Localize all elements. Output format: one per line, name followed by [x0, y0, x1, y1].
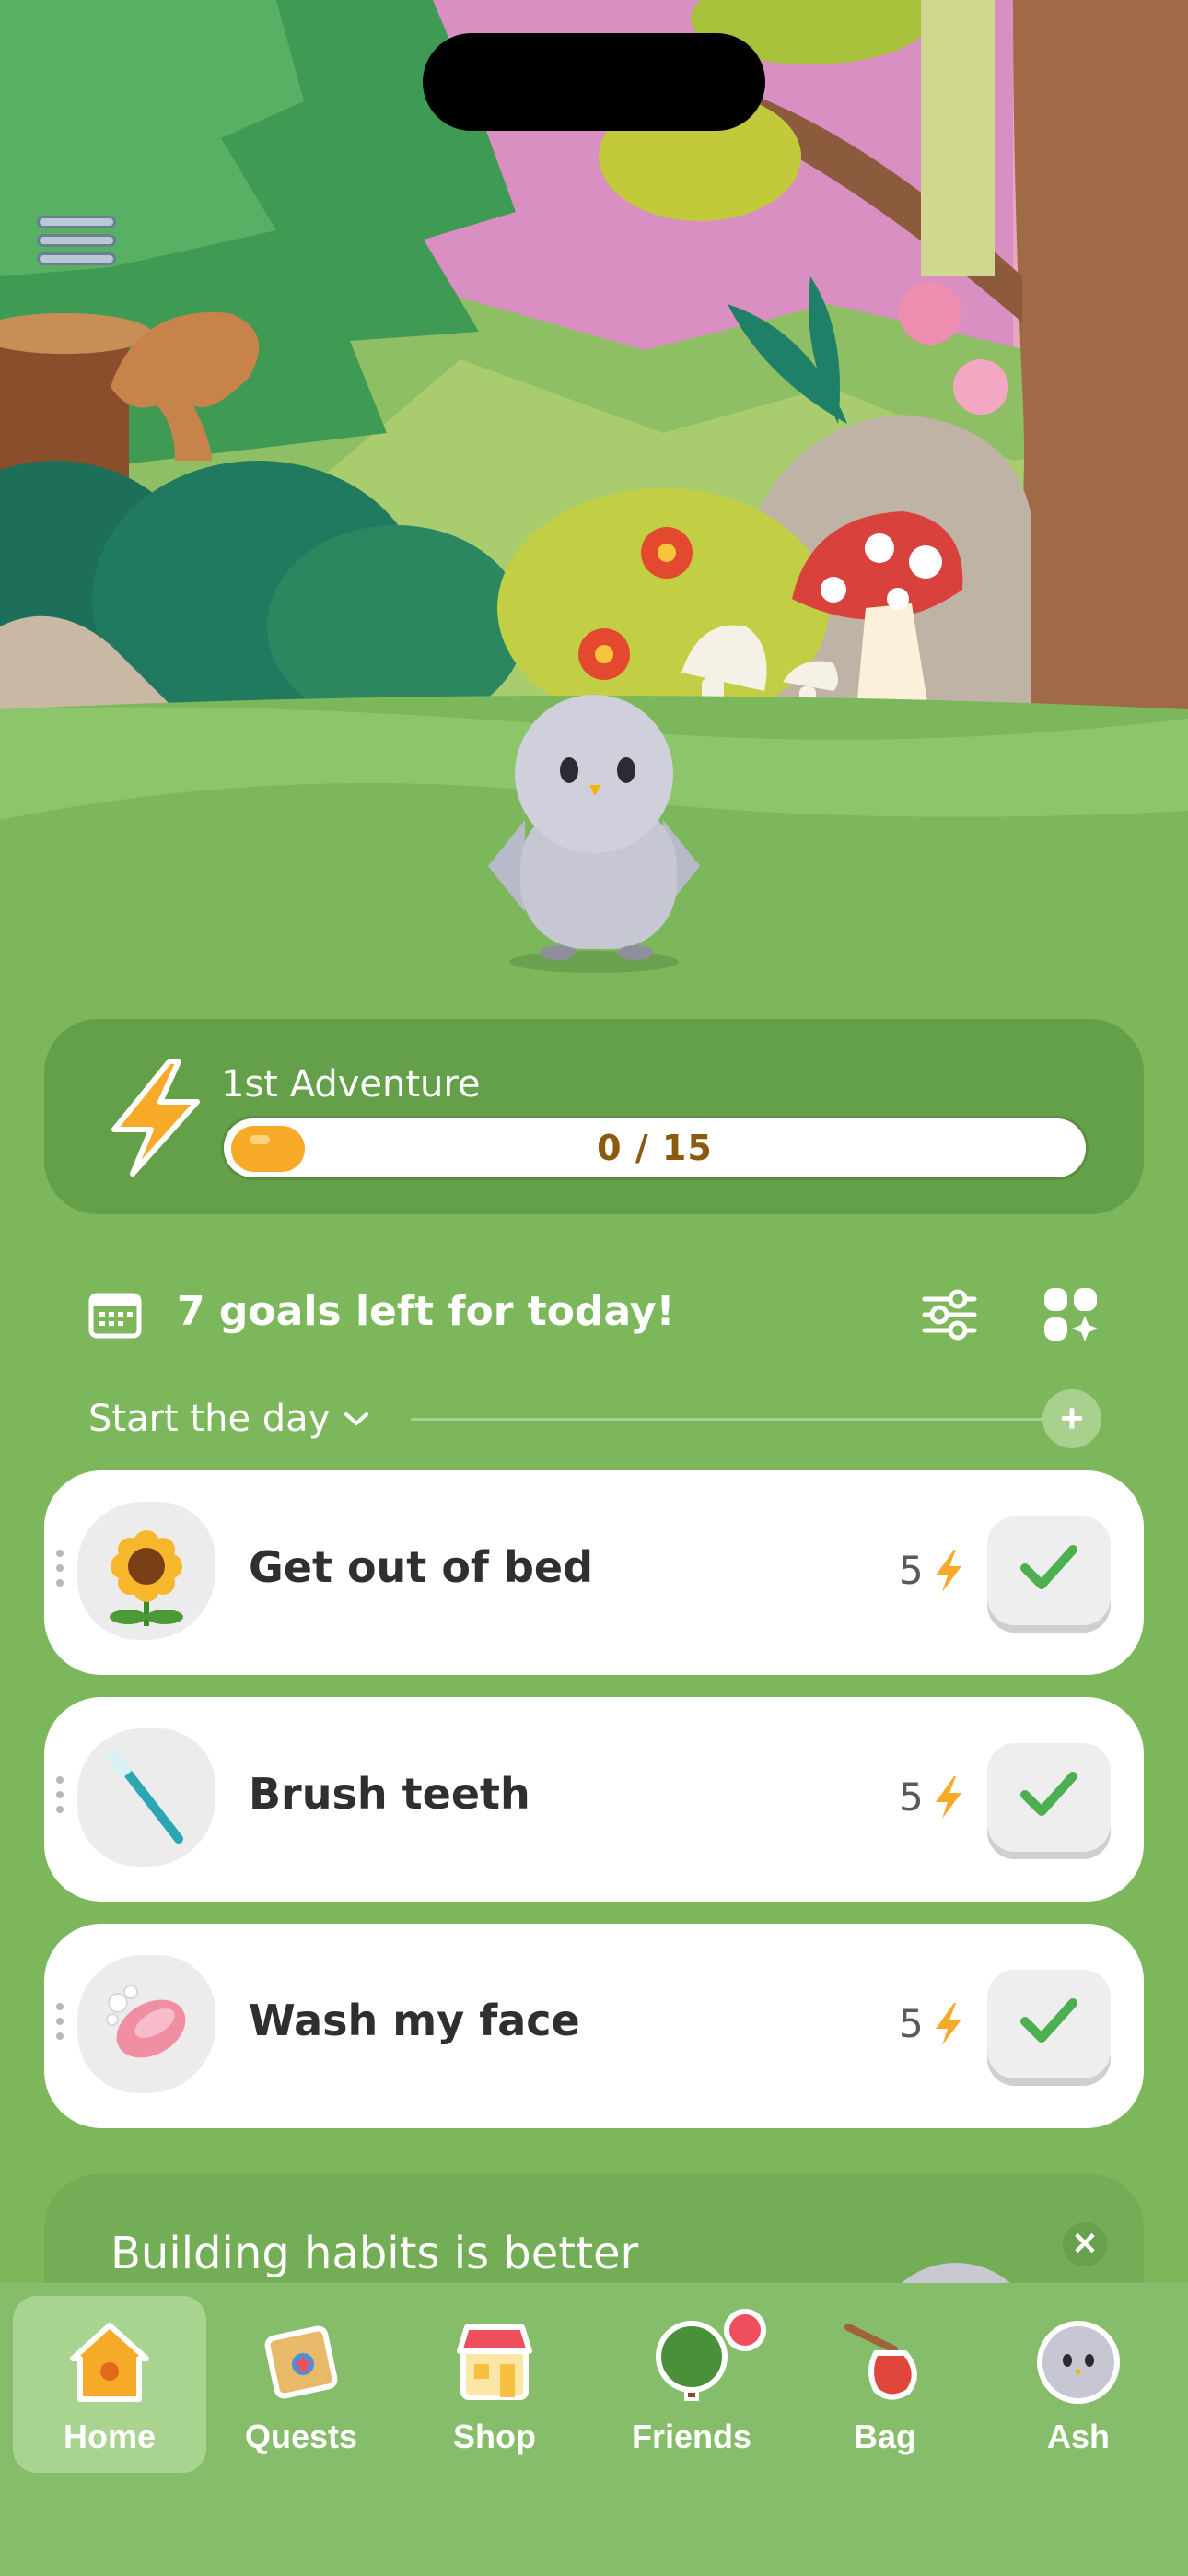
calendar-icon — [88, 1293, 142, 1339]
habit-points: 5 — [899, 1548, 924, 1593]
habit-icon-tile — [77, 1955, 215, 2093]
habit-card-get-out-of-bed[interactable]: Get out of bed 5 — [44, 1470, 1144, 1675]
adventure-title: 1st Adventure — [221, 1063, 481, 1106]
add-habit-button[interactable]: + — [1042, 1389, 1101, 1448]
habit-icon-tile — [77, 1728, 215, 1867]
dynamic-island — [423, 33, 765, 131]
widgets-button[interactable] — [1039, 1282, 1103, 1347]
complete-habit-button[interactable] — [987, 1743, 1111, 1852]
lightning-bolt-icon — [936, 1550, 961, 1592]
tab-quests[interactable]: Quests — [204, 2296, 398, 2473]
section-label: Start the day — [88, 1398, 331, 1440]
tab-bag[interactable]: Bag — [788, 2296, 982, 2473]
bottom-tab-bar: Home Quests Shop Friends Bag Ash — [0, 2283, 1188, 2576]
habit-name: Brush teeth — [249, 1769, 530, 1819]
bag-icon — [844, 2324, 917, 2400]
checkmark-icon — [1020, 1998, 1077, 2043]
sunflower-icon — [110, 1530, 183, 1626]
complete-habit-button[interactable] — [987, 1516, 1111, 1625]
tab-label: Friends — [631, 2418, 752, 2455]
bird-avatar-icon — [1037, 2321, 1120, 2404]
menu-bar-icon — [37, 234, 116, 247]
close-promo-button[interactable]: ✕ — [1063, 2222, 1107, 2266]
tab-shop[interactable]: Shop — [398, 2296, 591, 2473]
tab-label: Ash — [1046, 2418, 1110, 2455]
menu-bar-icon — [37, 216, 116, 228]
notification-badge — [724, 2309, 766, 2351]
section-divider — [411, 1418, 1088, 1421]
tab-label: Bag — [853, 2418, 916, 2455]
habit-card-wash-my-face[interactable]: Wash my face 5 — [44, 1924, 1144, 2128]
drag-handle-icon[interactable] — [53, 2003, 66, 2049]
habit-name: Wash my face — [249, 1996, 580, 2045]
shop-icon — [457, 2324, 532, 2400]
tab-label: Quests — [244, 2418, 358, 2455]
habit-card-brush-teeth[interactable]: Brush teeth 5 — [44, 1697, 1144, 1902]
adventure-card[interactable]: 1st Adventure 0 / 15 — [44, 1019, 1144, 1214]
goals-header: 7 goals left for today! — [88, 1282, 1111, 1347]
soap-icon — [106, 1985, 186, 2058]
tab-home[interactable]: Home — [13, 2296, 206, 2473]
promo-text: Building habits is better — [111, 2228, 639, 2279]
drag-handle-icon[interactable] — [53, 1550, 66, 1596]
chevron-down-icon — [344, 1412, 369, 1425]
toothbrush-icon — [106, 1749, 183, 1844]
adventure-progress-bar: 0 / 15 — [221, 1116, 1089, 1180]
sliders-icon — [922, 1289, 977, 1341]
habit-icon-tile — [77, 1502, 215, 1640]
section-row: Start the day + — [88, 1389, 1101, 1448]
lightning-bolt-icon — [111, 1059, 200, 1177]
tab-label: Home — [63, 2418, 157, 2455]
forest-illustration — [0, 0, 1188, 995]
complete-habit-button[interactable] — [987, 1970, 1111, 2078]
section-toggle-start-the-day[interactable]: Start the day — [88, 1389, 370, 1448]
filter-button[interactable] — [917, 1282, 982, 1347]
checkmark-icon — [1020, 1545, 1077, 1589]
lightning-bolt-icon — [936, 2003, 961, 2045]
drag-handle-icon[interactable] — [53, 1776, 66, 1822]
goals-left-text: 7 goals left for today! — [177, 1288, 675, 1335]
menu-bar-icon — [37, 252, 116, 265]
habit-name: Get out of bed — [249, 1542, 593, 1592]
habit-points: 5 — [899, 2001, 924, 2046]
checkmark-icon — [1020, 1772, 1077, 1816]
lightning-bolt-icon — [936, 1776, 961, 1819]
habit-points: 5 — [899, 1774, 924, 1820]
tab-ash[interactable]: Ash — [982, 2296, 1175, 2473]
house-icon — [70, 2323, 149, 2402]
quest-map-icon — [264, 2325, 338, 2399]
widgets-sparkle-icon — [1044, 1288, 1098, 1341]
forest-scene — [0, 0, 1188, 995]
adventure-progress-text: 0 / 15 — [597, 1128, 713, 1168]
tab-label: Shop — [453, 2418, 536, 2455]
tab-friends[interactable]: Friends — [595, 2296, 788, 2473]
menu-button[interactable] — [35, 208, 118, 271]
